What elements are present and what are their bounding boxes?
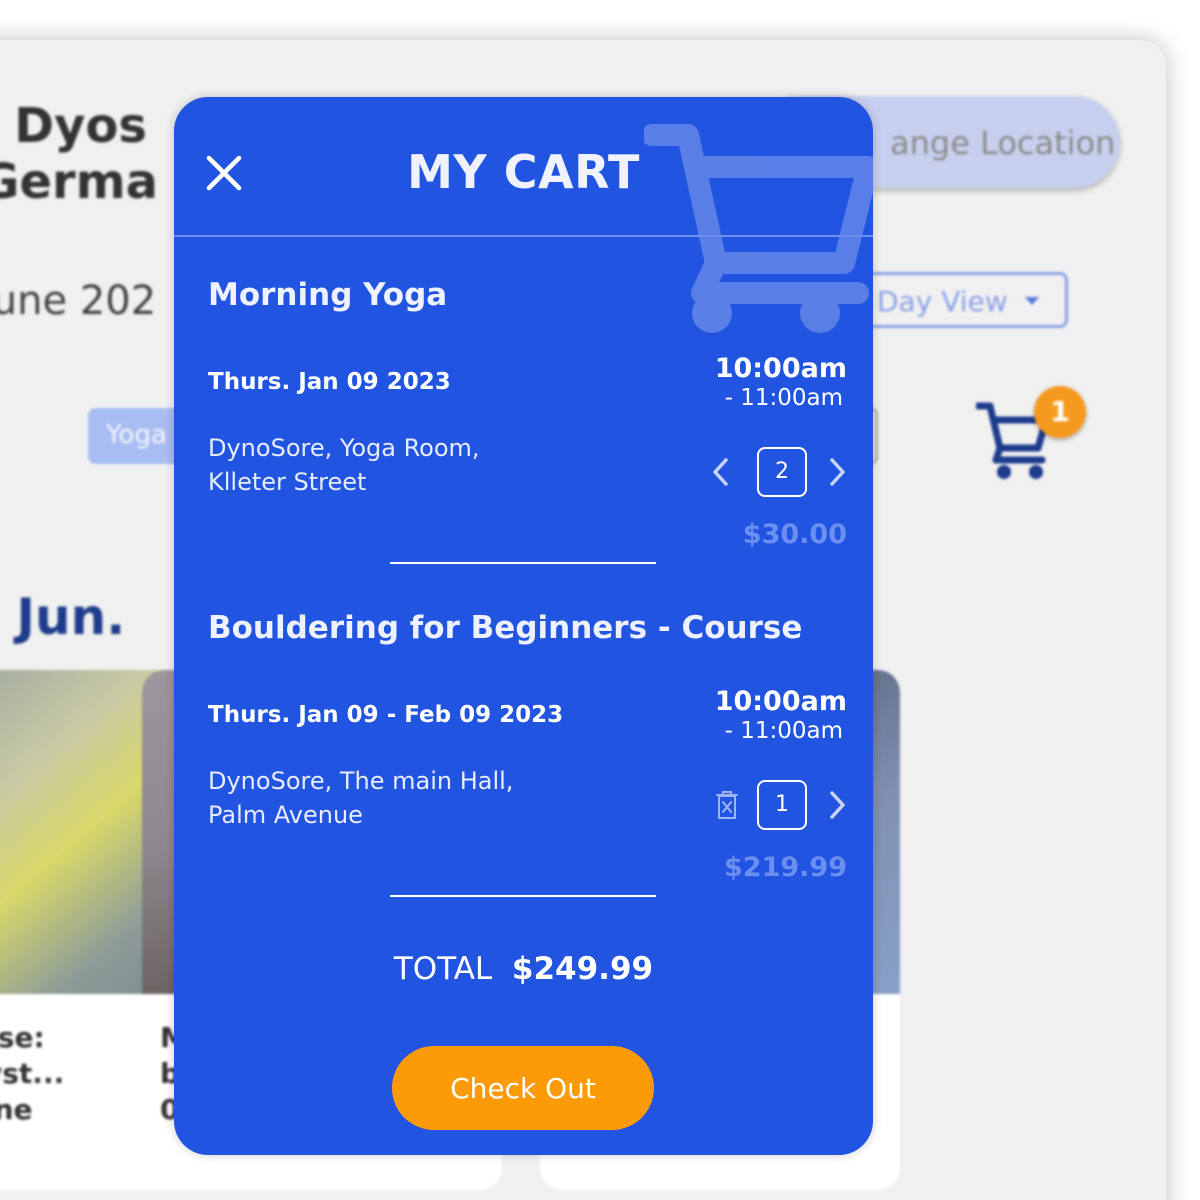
bg-page-title: | Dyos Germa: [0, 98, 159, 210]
item-time-end: - 11:00am: [724, 718, 843, 744]
trash-icon[interactable]: [715, 790, 739, 820]
item-divider: [390, 562, 656, 564]
quantity-value[interactable]: 2: [757, 447, 807, 497]
cart-modal: MY CART Morning Yoga Thurs. Jan 09 2023 …: [174, 97, 873, 1155]
item-name: Morning Yoga: [208, 277, 448, 313]
item-date: Thurs. Jan 09 - Feb 09 2023: [208, 702, 564, 728]
cart-count-badge: 1: [1034, 386, 1086, 438]
header-divider: [174, 235, 873, 237]
item-location: DynoSore, Yoga Room, Klleter Street: [208, 434, 480, 496]
caret-down-icon: [1025, 297, 1039, 305]
checkout-button[interactable]: Check Out: [392, 1046, 654, 1130]
cart-item: Bouldering for Beginners - Course Thurs.…: [174, 610, 873, 940]
cart-title: MY CART: [407, 145, 640, 199]
bg-month-label: June 202: [0, 278, 157, 324]
item-time-end: - 11:00am: [724, 385, 843, 411]
quantity-stepper: 2: [709, 447, 849, 497]
chevron-right-icon[interactable]: [825, 790, 849, 820]
total-amount: $249.99: [511, 951, 654, 987]
chevron-right-icon[interactable]: [825, 457, 849, 487]
quantity-value[interactable]: 1: [757, 780, 807, 830]
item-time-start: 10:00am: [714, 353, 847, 384]
chevron-left-icon[interactable]: [709, 457, 733, 487]
item-name: Bouldering for Beginners - Course: [208, 610, 803, 646]
cart-item: Morning Yoga Thurs. Jan 09 2023 10:00am …: [174, 277, 873, 607]
cart-total: TOTAL $249.99: [174, 951, 873, 987]
total-label: TOTAL: [393, 951, 493, 987]
bg-view-select[interactable]: Day View: [850, 272, 1068, 328]
item-price: $219.99: [724, 852, 847, 883]
bg-filter-chip[interactable]: Yoga: [88, 408, 188, 464]
bg-view-select-label: Day View: [877, 285, 1008, 318]
item-date: Thurs. Jan 09 2023: [208, 369, 451, 395]
bg-event-card-text: rse: yst... ine: [0, 1021, 65, 1126]
quantity-stepper: 1: [709, 780, 849, 830]
item-location: DynoSore, The main Hall, Palm Avenue: [208, 767, 514, 829]
item-price: $30.00: [742, 519, 847, 550]
item-divider: [390, 895, 656, 897]
bg-day-heading: , Jun.: [0, 588, 126, 646]
item-time-start: 10:00am: [714, 686, 847, 717]
